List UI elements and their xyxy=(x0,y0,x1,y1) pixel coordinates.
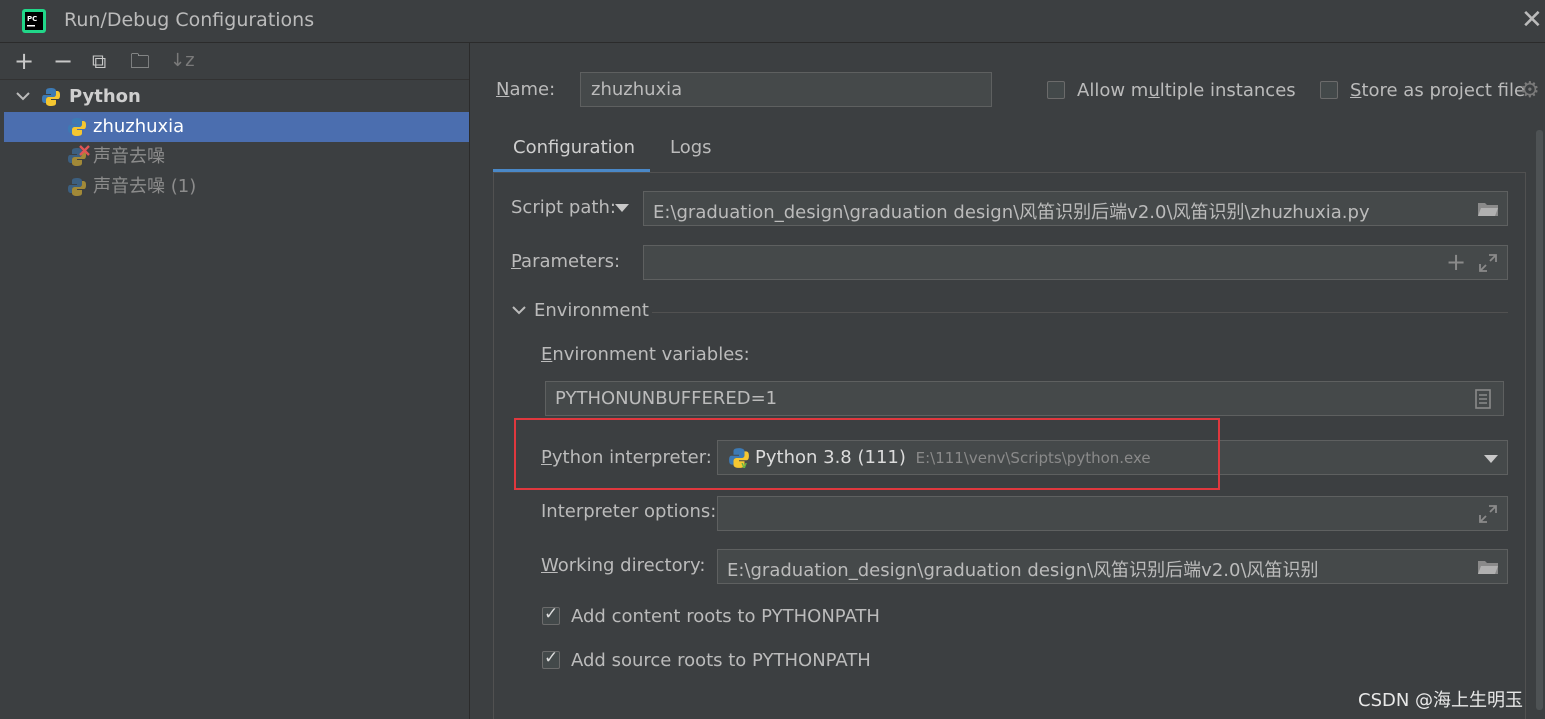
expand-icon[interactable] xyxy=(1479,505,1497,523)
add-source-roots-checkbox[interactable] xyxy=(542,648,560,669)
working-directory-input[interactable]: E:\graduation_design\graduation design\风… xyxy=(717,549,1508,584)
store-as-project-file-checkbox[interactable] xyxy=(1320,81,1338,99)
allow-multiple-instances-label[interactable]: Allow multiple instances xyxy=(1077,80,1296,101)
gear-icon[interactable]: ⚙ xyxy=(1520,78,1540,103)
python-icon xyxy=(68,178,86,196)
remove-icon[interactable]: − xyxy=(53,49,73,73)
interpreter-dropdown-arrow-icon[interactable] xyxy=(1484,455,1498,463)
configurations-sidebar: + − ⧉ 🗀 ↓z Python zhuzhuxia 声音去噪 声音去噪 (1… xyxy=(0,43,470,719)
working-directory-label: Working directory: xyxy=(541,555,706,576)
window-title: Run/Debug Configurations xyxy=(64,9,315,31)
tree-group-label: Python xyxy=(69,86,141,107)
tree-item-label: 声音去噪 xyxy=(93,146,165,167)
edit-list-icon[interactable] xyxy=(1475,389,1491,409)
add-macro-icon[interactable]: + xyxy=(1446,248,1466,276)
add-content-roots-label[interactable]: Add content roots to PYTHONPATH xyxy=(571,606,880,627)
new-folder-icon[interactable]: 🗀 xyxy=(130,49,150,73)
folder-browse-icon[interactable] xyxy=(1477,559,1499,575)
script-path-label[interactable]: Script path: xyxy=(511,197,616,218)
sidebar-toolbar: + − ⧉ 🗀 ↓z xyxy=(0,43,469,80)
name-label: Name: xyxy=(496,79,556,100)
python-icon xyxy=(42,88,60,106)
error-x-icon xyxy=(79,145,90,156)
parameters-label: Parameters: xyxy=(511,251,621,272)
store-as-project-file-label[interactable]: Store as project file xyxy=(1350,80,1525,101)
title-bar: PC Run/Debug Configurations ✕ xyxy=(0,0,1545,43)
environment-section-title[interactable]: Environment xyxy=(534,300,649,321)
tree-group-python[interactable]: Python xyxy=(4,82,469,112)
tab-logs[interactable]: Logs xyxy=(670,137,712,158)
tab-configuration[interactable]: Configuration xyxy=(513,137,635,158)
vertical-scrollbar[interactable] xyxy=(1536,130,1543,710)
allow-multiple-instances-checkbox[interactable] xyxy=(1047,81,1065,99)
interpreter-options-input[interactable] xyxy=(717,496,1508,531)
chevron-down-icon[interactable] xyxy=(512,306,526,316)
pycharm-logo-icon: PC xyxy=(22,9,46,33)
add-content-roots-checkbox[interactable] xyxy=(542,604,560,625)
tree-item-noise-reduction-1[interactable]: 声音去噪 (1) xyxy=(4,172,469,202)
section-divider xyxy=(652,312,1508,313)
interpreter-options-label: Interpreter options: xyxy=(541,501,717,522)
tree-item-label: zhuzhuxia xyxy=(93,116,185,137)
name-input[interactable]: zhuzhuxia xyxy=(580,72,992,107)
parameters-input[interactable] xyxy=(643,245,1508,280)
tree-item-zhuzhuxia[interactable]: zhuzhuxia xyxy=(4,112,469,142)
add-icon[interactable]: + xyxy=(14,49,34,73)
watermark: CSDN @海上生明玉 xyxy=(1358,690,1524,711)
script-path-dropdown-icon[interactable] xyxy=(615,204,629,212)
copy-icon[interactable]: ⧉ xyxy=(92,49,106,73)
svg-text:PC: PC xyxy=(27,15,37,23)
expand-icon[interactable] xyxy=(1479,254,1497,272)
script-path-input[interactable]: E:\graduation_design\graduation design\风… xyxy=(643,191,1508,226)
environment-variables-label: Environment variables: xyxy=(541,344,750,365)
add-source-roots-label[interactable]: Add source roots to PYTHONPATH xyxy=(571,650,871,671)
close-icon[interactable]: ✕ xyxy=(1521,7,1543,33)
tree-item-noise-reduction[interactable]: 声音去噪 xyxy=(4,142,469,172)
sort-icon[interactable]: ↓z xyxy=(170,49,195,73)
highlight-annotation-box xyxy=(514,418,1220,490)
chevron-down-icon[interactable] xyxy=(16,92,30,102)
tree-item-label: 声音去噪 (1) xyxy=(93,176,197,197)
python-icon xyxy=(68,118,86,136)
environment-variables-input[interactable]: PYTHONUNBUFFERED=1 xyxy=(545,381,1504,416)
folder-browse-icon[interactable] xyxy=(1477,201,1499,217)
